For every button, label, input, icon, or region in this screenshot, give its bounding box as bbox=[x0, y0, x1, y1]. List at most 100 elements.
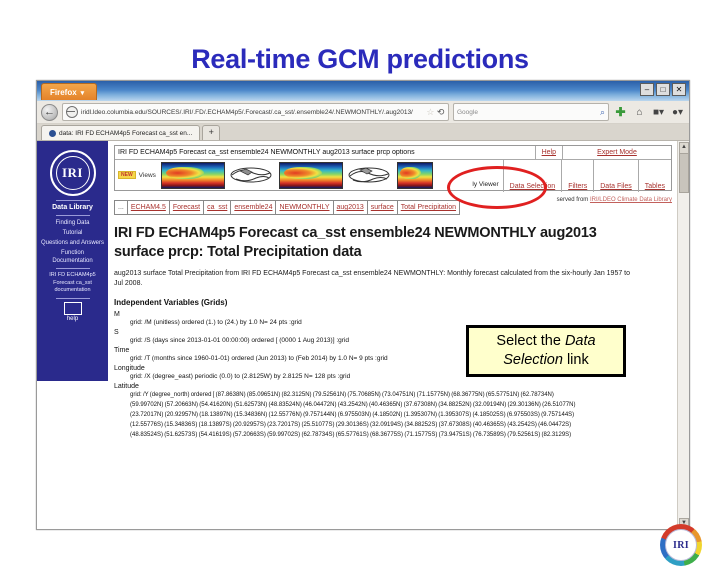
sidebar-item-finding-data[interactable]: Finding Data bbox=[37, 218, 108, 228]
data-selection-cell: Data Selection bbox=[502, 160, 562, 192]
address-bar[interactable]: iridl.ldeo.columbia.edu/SOURCES/.IRI/.FD… bbox=[62, 103, 449, 121]
chevron-down-icon: ▾ bbox=[80, 90, 85, 97]
breadcrumb-ellipsis[interactable]: ... bbox=[115, 201, 128, 214]
sidebar-item-help[interactable]: help bbox=[37, 301, 108, 322]
expert-mode-link[interactable]: Expert Mode bbox=[597, 149, 637, 156]
close-button[interactable]: ✕ bbox=[672, 83, 686, 96]
sidebar-item-function-documentation[interactable]: Function Documentation bbox=[37, 248, 108, 266]
browser-tab-label: data: IRI FD ECHAM4p5 Forecast ca_sst en… bbox=[59, 129, 193, 137]
favicon-icon bbox=[49, 129, 56, 137]
served-from-prefix: served from bbox=[556, 197, 590, 203]
tables-cell: Tables bbox=[637, 160, 671, 192]
globe-icon bbox=[66, 106, 78, 118]
page-title: Real-time GCM predictions bbox=[191, 44, 529, 74]
site-sidebar: IRI Data Library Finding Data Tutorial Q… bbox=[37, 141, 108, 381]
options-bar-top-row: IRI FD ECHAM4p5 Forecast ca_sst ensemble… bbox=[115, 146, 671, 160]
iri-seal-logo: IRI bbox=[660, 524, 702, 566]
callout-text-before: Select the bbox=[496, 333, 565, 349]
served-from: served from IRI/LDEO Climate Data Librar… bbox=[557, 197, 672, 203]
window-controls: – □ ✕ bbox=[640, 83, 686, 96]
dataset-heading-line2: surface prcp: Total Precipitation data bbox=[114, 244, 362, 260]
grid-line-latitude-3: (23.72017N) (20.92957N) (18.13897N) (15.… bbox=[130, 412, 575, 418]
breadcrumb-item-total-precipitation[interactable]: Total Precipitation bbox=[398, 201, 459, 214]
account-icon[interactable]: ●▾ bbox=[670, 107, 685, 118]
viewer-label: ly Viewer bbox=[472, 181, 499, 188]
breadcrumb-item-surface[interactable]: surface bbox=[368, 201, 398, 214]
map-thumbnail-1[interactable] bbox=[160, 161, 225, 189]
sidebar-item-questions-and-answers[interactable]: Questions and Answers bbox=[37, 238, 108, 248]
browser-titlebar: Firefox ▾ – □ ✕ bbox=[37, 81, 689, 101]
breadcrumb-item-forecast[interactable]: Forecast bbox=[170, 201, 205, 214]
back-button[interactable]: ← bbox=[41, 103, 58, 121]
callout-box: Select the Data Selection link bbox=[466, 325, 626, 377]
vertical-scrollbar[interactable]: ▲ ▼ bbox=[677, 141, 689, 529]
map-thumbnail-3[interactable] bbox=[396, 161, 433, 189]
scrollbar-thumb[interactable] bbox=[679, 153, 689, 193]
search-input[interactable]: Google ⌕ bbox=[453, 103, 609, 121]
expert-mode-cell: Expert Mode bbox=[562, 146, 671, 159]
bookmarks-icon[interactable]: ■▾ bbox=[651, 107, 666, 118]
data-files-cell: Data Files bbox=[593, 160, 638, 192]
climate-data-library-link[interactable]: IRI/LDEO Climate Data Library bbox=[590, 197, 672, 203]
dataset-heading-line1: IRI FD ECHAM4p5 Forecast ca_sst ensemble… bbox=[114, 225, 597, 241]
tables-link[interactable]: Tables bbox=[645, 183, 665, 190]
views-label: Views bbox=[138, 171, 156, 179]
breadcrumb-item-newmonthly[interactable]: NEWMONTHLY bbox=[276, 201, 334, 214]
grid-line-latitude-4: (12.55776S) (15.34836S) (18.13897S) (20.… bbox=[130, 422, 572, 428]
data-selection-link[interactable]: Data Selection bbox=[510, 183, 556, 190]
breadcrumb-item-echam45[interactable]: ECHAM4.5 bbox=[128, 201, 170, 214]
grid-variable-m: M grid: /M (unitless) ordered (1.) to (2… bbox=[114, 311, 672, 326]
sidebar-divider-top bbox=[55, 200, 90, 201]
minimize-button[interactable]: – bbox=[640, 83, 654, 96]
iri-seal-text: IRI bbox=[665, 529, 697, 561]
browser-toolbar: ← iridl.ldeo.columbia.edu/SOURCES/.IRI/.… bbox=[37, 101, 689, 124]
callout-text: Select the Data Selection link bbox=[469, 332, 623, 370]
breadcrumb: ... ECHAM4.5 Forecast ca_sst ensemble24 … bbox=[114, 200, 461, 215]
sidebar-title: Data Library bbox=[52, 204, 93, 211]
bookmark-star-icon[interactable]: ☆ bbox=[426, 107, 434, 118]
dataset-options-bar: IRI FD ECHAM4p5 Forecast ca_sst ensemble… bbox=[114, 145, 672, 192]
help-link-cell: Help bbox=[534, 146, 562, 159]
sidebar-divider-3 bbox=[55, 297, 90, 299]
search-icon[interactable]: ⌕ bbox=[600, 107, 605, 118]
firefox-menu-label: Firefox bbox=[50, 88, 77, 97]
browser-window: Firefox ▾ – □ ✕ ← iridl.ldeo.columbia.edu… bbox=[36, 80, 690, 530]
maximize-button[interactable]: □ bbox=[656, 83, 670, 96]
globe-sketch-thumbnail-2[interactable] bbox=[346, 163, 394, 187]
reload-icon[interactable]: ⟳ bbox=[437, 107, 445, 118]
home-icon[interactable]: ⌂ bbox=[632, 107, 647, 118]
browser-tab-dataset[interactable]: data: IRI FD ECHAM4p5 Forecast ca_sst en… bbox=[41, 125, 201, 140]
grid-name-latitude: Latitude bbox=[114, 383, 139, 390]
new-tab-button[interactable]: + bbox=[202, 125, 221, 140]
sidebar-divider-2 bbox=[55, 268, 90, 269]
envelope-icon bbox=[63, 301, 82, 315]
map-thumbnail-2[interactable] bbox=[278, 161, 343, 189]
filters-cell: Filters bbox=[561, 160, 593, 192]
data-files-link[interactable]: Data Files bbox=[600, 183, 632, 190]
sidebar-item-tutorial[interactable]: Tutorial bbox=[37, 228, 108, 238]
filters-link[interactable]: Filters bbox=[568, 183, 587, 190]
new-badge: NEW bbox=[118, 171, 136, 179]
url-text: iridl.ldeo.columbia.edu/SOURCES/.IRI/.FD… bbox=[81, 108, 413, 116]
grid-name-m: M bbox=[114, 311, 120, 318]
dataset-heading: IRI FD ECHAM4p5 Forecast ca_sst ensemble… bbox=[114, 224, 672, 262]
grid-line-latitude: grid: /Y (degree_north) ordered [ (87.86… bbox=[130, 392, 554, 398]
independent-variables-heading: Independent Variables (Grids) bbox=[114, 298, 228, 307]
callout-text-after: link bbox=[562, 352, 589, 368]
help-link[interactable]: Help bbox=[542, 149, 556, 156]
plus-icon[interactable]: ✚ bbox=[613, 105, 628, 119]
firefox-menu-button[interactable]: Firefox ▾ bbox=[41, 83, 98, 100]
grid-line-latitude-5: (48.83524S) (51.62573S) (54.41619S) (57.… bbox=[130, 432, 572, 438]
search-placeholder: Google bbox=[457, 108, 478, 116]
dataset-options-title: IRI FD ECHAM4p5 Forecast ca_sst ensemble… bbox=[118, 149, 415, 156]
tab-strip: data: IRI FD ECHAM4p5 Forecast ca_sst en… bbox=[37, 124, 689, 141]
sidebar-help-label: help bbox=[66, 315, 79, 322]
globe-sketch-thumbnail-1[interactable] bbox=[228, 163, 276, 187]
sidebar-divider-1 bbox=[55, 215, 90, 216]
breadcrumb-item-ensemble24[interactable]: ensemble24 bbox=[231, 201, 277, 214]
sidebar-item-dataset-documentation[interactable]: IRI FD ECHAM4p5 Forecast ca_sst document… bbox=[37, 271, 108, 296]
dataset-description: aug2013 surface Total Precipitation from… bbox=[114, 270, 631, 287]
grid-variable-latitude: Latitude grid: /Y (degree_north) ordered… bbox=[114, 383, 672, 440]
breadcrumb-item-aug2013[interactable]: aug2013 bbox=[334, 201, 368, 214]
breadcrumb-item-ca-sst[interactable]: ca_sst bbox=[204, 201, 232, 214]
